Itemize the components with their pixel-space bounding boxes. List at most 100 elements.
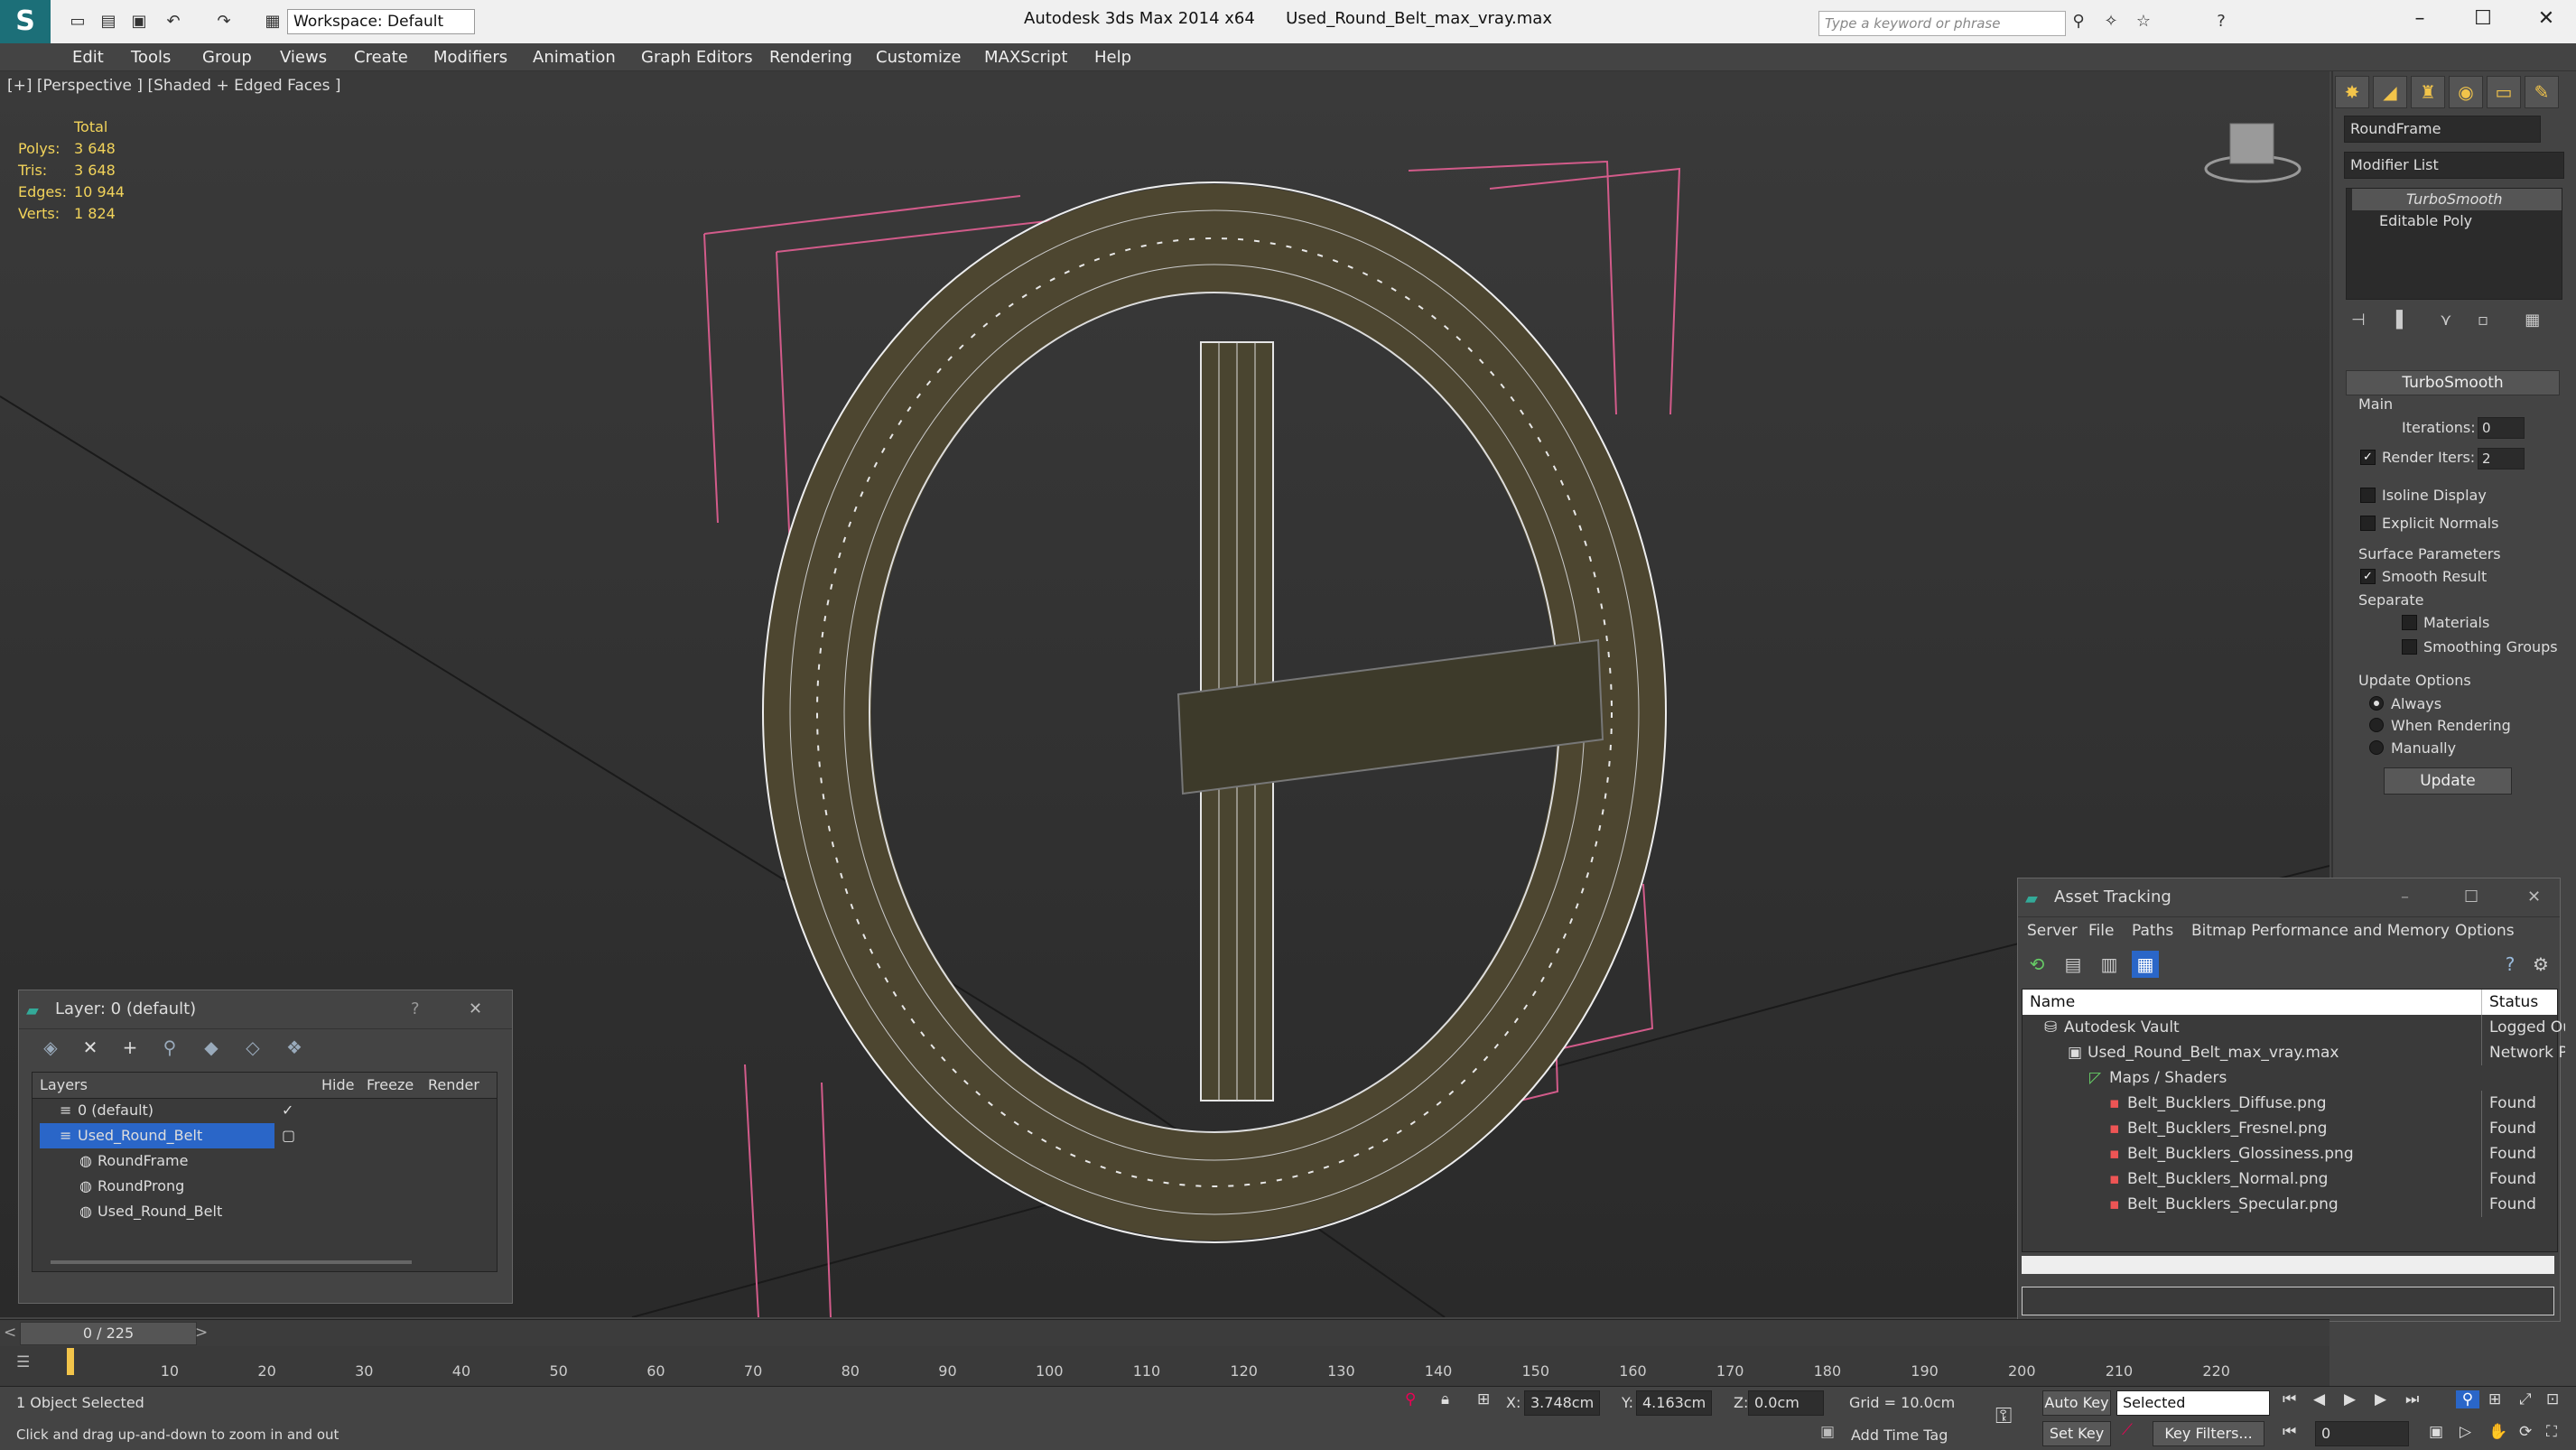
add-time-tag-button[interactable]: Add Time Tag	[1851, 1427, 1948, 1444]
layer-dialog-titlebar[interactable]: ▰ Layer: 0 (default) ? ✕	[19, 990, 512, 1029]
asset-menu-file[interactable]: File	[2088, 922, 2114, 940]
pin-stack-icon[interactable]: ⊣	[2351, 311, 2366, 330]
hide-column-header[interactable]: Hide	[321, 1073, 354, 1098]
layer-row[interactable]: ◍ RoundProng	[33, 1174, 497, 1199]
auto-key-button[interactable]: Auto Key	[2042, 1390, 2111, 1416]
smooth-result-checkbox[interactable]: ✓	[2360, 569, 2376, 584]
zoom-extents-icon[interactable]: ⤢	[2519, 1390, 2532, 1408]
current-layer-box-icon[interactable]: ▢	[282, 1123, 295, 1148]
menu-customize[interactable]: Customize	[876, 48, 961, 67]
menu-edit[interactable]: Edit	[72, 48, 104, 67]
selection-set-dropdown[interactable]: Selected	[2116, 1390, 2270, 1416]
next-key-icon[interactable]: ▶	[2375, 1390, 2386, 1408]
asset-row[interactable]: ▪ Belt_Bucklers_Specular.png Found	[2023, 1192, 2557, 1217]
minimize-icon[interactable]: –	[2402, 7, 2438, 30]
time-config-icon[interactable]: ▣	[2429, 1423, 2443, 1441]
asset-dialog-titlebar[interactable]: ▰ Asset Tracking – ☐ ✕	[2018, 878, 2560, 917]
set-key-button[interactable]: Set Key	[2042, 1421, 2111, 1446]
isoline-display-checkbox[interactable]	[2360, 488, 2376, 503]
favorites-icon[interactable]: ☆	[2133, 11, 2154, 33]
current-frame-field[interactable]: 0	[2315, 1421, 2409, 1446]
remove-modifier-icon[interactable]: ▫	[2478, 311, 2488, 330]
z-coordinate-field[interactable]: 0.0cm	[1748, 1390, 1824, 1416]
layer-row[interactable]: ◍ RoundFrame	[33, 1148, 497, 1174]
configure-sets-icon[interactable]: ▦	[2525, 311, 2540, 330]
asset-row[interactable]: ◸ Maps / Shaders	[2023, 1065, 2557, 1091]
refresh-icon[interactable]: ⟲	[2023, 951, 2051, 978]
pan-icon[interactable]: ✋	[2488, 1423, 2507, 1441]
new-layer-icon[interactable]: ◈	[37, 1034, 64, 1061]
menu-views[interactable]: Views	[280, 48, 327, 67]
asset-menu-server[interactable]: Server	[2027, 922, 2078, 940]
name-column-header[interactable]: Name	[2030, 990, 2075, 1015]
asset-menu-options[interactable]: Options	[2455, 922, 2515, 940]
render-iters-spinner[interactable]: 2	[2478, 448, 2525, 469]
show-end-result-icon[interactable]: ▌	[2396, 311, 2409, 330]
iterations-spinner[interactable]: 0	[2478, 417, 2525, 439]
hierarchy-tab-icon[interactable]: ♜	[2411, 76, 2445, 108]
y-coordinate-field[interactable]: 4.163cm	[1636, 1390, 1712, 1416]
play-icon[interactable]: ▶	[2344, 1390, 2356, 1408]
modifier-list-dropdown[interactable]: Modifier List	[2344, 152, 2564, 179]
key-filters-button[interactable]: Key Filters...	[2153, 1421, 2264, 1446]
freeze-all-icon[interactable]: ❖	[281, 1034, 308, 1061]
freeze-column-header[interactable]: Freeze	[367, 1073, 414, 1098]
field-of-view-icon[interactable]: ▷	[2460, 1423, 2471, 1441]
details-view-icon[interactable]: ▥	[2096, 951, 2123, 978]
close-icon[interactable]: ✕	[2528, 7, 2564, 30]
prev-frame-icon[interactable]: <	[4, 1324, 16, 1342]
transform-mode-icon[interactable]: ⊞	[1477, 1390, 1490, 1408]
asset-menu-paths[interactable]: Paths	[2132, 922, 2173, 940]
menu-create[interactable]: Create	[354, 48, 408, 67]
asset-path-field[interactable]	[2022, 1287, 2554, 1315]
always-radio[interactable]	[2369, 696, 2384, 711]
current-layer-check-icon[interactable]: ✓	[282, 1098, 293, 1123]
modify-tab-icon[interactable]: ◢	[2373, 76, 2407, 108]
stack-item-editable-poly[interactable]: Editable Poly	[2352, 210, 2562, 232]
asset-row[interactable]: ▪ Belt_Bucklers_Normal.png Found	[2023, 1167, 2557, 1192]
menu-group[interactable]: Group	[202, 48, 252, 67]
update-button[interactable]: Update	[2384, 767, 2512, 795]
smoothing-groups-checkbox[interactable]	[2402, 639, 2417, 655]
maximize-icon[interactable]: ☐	[2465, 7, 2501, 30]
close-icon[interactable]: ✕	[2527, 878, 2541, 916]
track-bar[interactable]: ☰ 10 20 30 40 50 60 70 80 90 100 110 120 130 140 150 16…	[0, 1346, 2330, 1386]
asset-row[interactable]: ▪ Belt_Bucklers_Glossiness.png Found	[2023, 1141, 2557, 1167]
time-slider-thumb[interactable]: 0 / 225	[20, 1322, 197, 1345]
manually-radio[interactable]	[2369, 740, 2384, 755]
search-input[interactable]: Type a keyword or phrase	[1818, 11, 2066, 36]
menu-tools[interactable]: Tools	[131, 48, 171, 67]
asset-scrollbar[interactable]	[2022, 1256, 2554, 1274]
time-slider[interactable]: < 0 / 225 >	[0, 1319, 2330, 1347]
set-keys-icon[interactable]: ⟋	[2122, 1421, 2133, 1439]
next-frame-icon[interactable]: >	[195, 1324, 208, 1342]
motion-tab-icon[interactable]: ◉	[2449, 76, 2483, 108]
zoom-icon[interactable]: ⚲	[2456, 1390, 2479, 1408]
asset-row[interactable]: ⛁ Autodesk Vault Logged Ou	[2023, 1015, 2565, 1040]
layer-row[interactable]: ≡ Used_Round_Belt ▢	[33, 1123, 497, 1148]
turbosmooth-rollout-header[interactable]: TurboSmooth	[2346, 370, 2560, 395]
help-icon[interactable]: ?	[2210, 11, 2232, 33]
menu-graph-editors[interactable]: Graph Editors	[641, 48, 753, 67]
help-icon[interactable]: ?	[411, 990, 420, 1028]
layer-row[interactable]: ≡ 0 (default) ✓	[33, 1098, 497, 1123]
minimize-icon[interactable]: –	[2401, 878, 2409, 916]
render-column-header[interactable]: Render	[428, 1073, 479, 1098]
display-tab-icon[interactable]: ▭	[2487, 76, 2521, 108]
menu-maxscript[interactable]: MAXScript	[984, 48, 1067, 67]
make-unique-icon[interactable]: ⋎	[2440, 311, 2451, 330]
go-to-start-icon[interactable]: ⏮	[2283, 1390, 2296, 1408]
menu-modifiers[interactable]: Modifiers	[433, 48, 507, 67]
delete-layer-icon[interactable]: ✕	[77, 1034, 104, 1061]
tools-icon[interactable]: ✧	[2100, 11, 2122, 33]
zoom-extents-all-icon[interactable]: ⊡	[2546, 1390, 2559, 1408]
menu-rendering[interactable]: Rendering	[769, 48, 852, 67]
go-to-end-icon[interactable]: ⏭	[2405, 1390, 2419, 1408]
mini-curve-editor-icon[interactable]: ☰	[16, 1353, 30, 1371]
maximize-icon[interactable]: ☐	[2464, 878, 2478, 916]
layers-column-header[interactable]: Layers	[40, 1073, 88, 1098]
orbit-icon[interactable]: ⟳	[2519, 1423, 2532, 1441]
add-to-layer-icon[interactable]: +	[116, 1034, 144, 1061]
hide-all-icon[interactable]: ◇	[239, 1034, 266, 1061]
current-frame-marker[interactable]	[67, 1348, 74, 1375]
